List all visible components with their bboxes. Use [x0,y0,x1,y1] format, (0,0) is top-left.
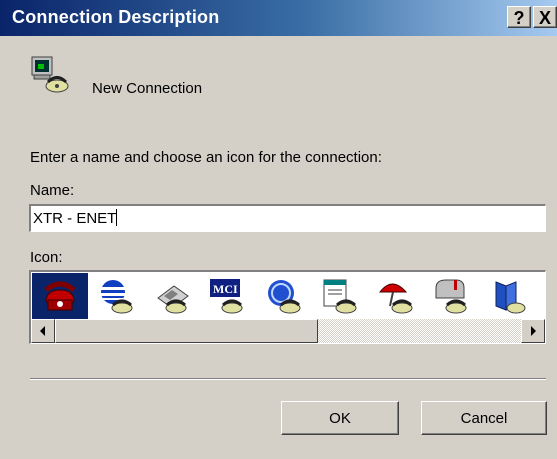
help-button[interactable]: ? [507,6,531,28]
scroll-right-button[interactable] [521,319,545,343]
arrow-left-icon [40,326,45,336]
name-input[interactable]: XTR - ENET [29,204,546,232]
document-phone-icon [323,279,357,314]
name-label: Name: [30,182,75,199]
icon-label: Icon: [30,249,63,266]
instruction-text: Enter a name and choose an icon for the … [30,149,382,166]
scroll-left-button[interactable] [31,319,55,343]
close-button[interactable]: X [533,6,557,28]
arrow-right-icon [531,326,536,336]
book-phone-icon [495,281,526,314]
fax-phone-icon [157,285,189,314]
mailbox-phone-icon [435,279,467,314]
horizontal-scrollbar[interactable] [31,319,545,343]
icon-option[interactable] [368,273,424,319]
text-caret [116,209,118,226]
icon-row: MCI [32,273,545,319]
icon-option[interactable]: MCI [200,273,256,319]
ok-button[interactable]: OK [281,401,399,435]
title-bar[interactable]: Connection Description ? X [0,0,557,36]
scroll-thumb[interactable] [55,319,318,343]
window-title: Connection Description [12,7,220,27]
svg-text:MCI: MCI [213,282,238,296]
separator [30,378,546,380]
red-telephone-icon [44,281,76,311]
icon-option[interactable] [32,273,88,319]
icon-option[interactable] [256,273,312,319]
icon-option[interactable] [88,273,144,319]
icon-list[interactable]: MCI [29,270,546,344]
icon-option[interactable] [480,273,536,319]
name-input-value: XTR - ENET [33,210,117,227]
icon-option[interactable] [424,273,480,319]
umbrella-phone-icon [378,283,413,314]
icon-option[interactable] [144,273,200,319]
att-globe-icon [101,280,133,314]
icon-option[interactable] [312,273,368,319]
connection-name: New Connection [92,80,203,97]
ge-globe-icon [268,280,301,314]
cancel-button[interactable]: Cancel [421,401,547,435]
modem-computer-phone-icon [30,55,70,95]
mci-icon: MCI [210,279,243,314]
